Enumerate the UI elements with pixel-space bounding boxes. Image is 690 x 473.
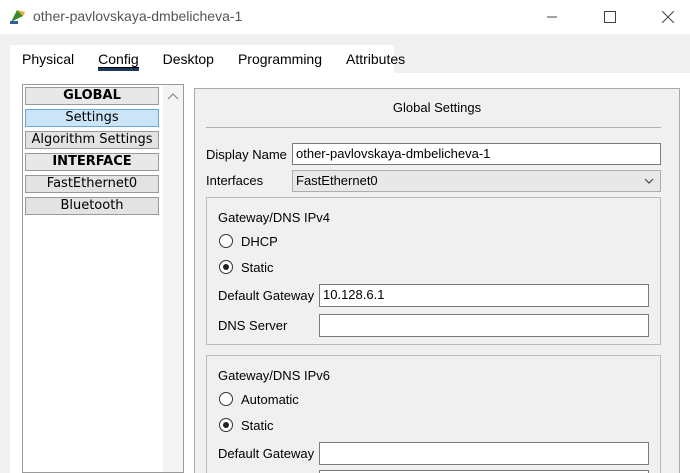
interfaces-label: Interfaces — [206, 173, 264, 188]
ipv4-default-gateway-input[interactable]: 10.128.6.1 — [319, 284, 649, 307]
tab-config-label: Config — [98, 51, 139, 68]
close-icon — [662, 11, 674, 23]
ipv4-static-radio[interactable] — [219, 260, 233, 274]
app-icon — [8, 6, 28, 26]
divider — [206, 127, 661, 128]
ipv6-group-title: Gateway/DNS IPv6 — [218, 368, 330, 383]
scroll-up-icon[interactable] — [167, 91, 179, 101]
tab-bar: Physical Config Desktop Programming Attr… — [10, 45, 405, 73]
ipv4-dhcp-radio[interactable] — [219, 234, 233, 248]
ipv6-static-label[interactable]: Static — [241, 418, 274, 433]
minimize-icon — [547, 16, 557, 18]
ipv6-automatic-radio[interactable] — [219, 392, 233, 406]
ipv6-default-gateway-input[interactable] — [319, 442, 649, 465]
sidebar-item-algorithm-settings[interactable]: Algorithm Settings — [25, 131, 159, 149]
ipv4-dns-server-input[interactable] — [319, 314, 649, 337]
panel-title: Global Settings — [392, 100, 482, 115]
title-bar: other-pavlovskaya-dmbelicheva-1 — [0, 0, 690, 34]
chevron-down-icon — [644, 178, 654, 184]
tab-attributes[interactable]: Attributes — [334, 45, 417, 73]
ipv6-automatic-label[interactable]: Automatic — [241, 392, 299, 407]
sidebar-item-settings[interactable]: Settings — [25, 109, 159, 127]
maximize-icon — [604, 11, 616, 23]
display-name-label: Display Name — [206, 147, 287, 162]
sidebar-list: GLOBAL Settings Algorithm Settings INTER… — [23, 85, 164, 472]
ipv6-static-radio[interactable] — [219, 418, 233, 432]
tab-programming[interactable]: Programming — [226, 45, 334, 73]
tab-config[interactable]: Config — [86, 45, 150, 73]
sidebar-item-fastethernet0[interactable]: FastEthernet0 — [25, 175, 159, 193]
minimize-button[interactable] — [534, 4, 570, 30]
ipv4-default-gateway-label: Default Gateway — [218, 288, 315, 303]
sidebar-header-global: GLOBAL — [25, 87, 159, 105]
ipv4-group-title: Gateway/DNS IPv4 — [218, 210, 330, 225]
tab-physical[interactable]: Physical — [10, 45, 86, 73]
sidebar-item-bluetooth[interactable]: Bluetooth — [25, 197, 159, 215]
ipv4-dhcp-label[interactable]: DHCP — [241, 234, 278, 249]
display-name-input[interactable]: other-pavlovskaya-dmbelicheva-1 — [292, 143, 661, 165]
close-button[interactable] — [650, 4, 686, 30]
ipv6-default-gateway-label: Default Gateway — [218, 446, 315, 461]
sidebar-header-interface: INTERFACE — [25, 153, 159, 171]
ipv4-static-label[interactable]: Static — [241, 260, 274, 275]
window-title: other-pavlovskaya-dmbelicheva-1 — [33, 8, 243, 24]
tab-desktop[interactable]: Desktop — [151, 45, 226, 73]
sidebar-scrollbar[interactable] — [163, 85, 183, 472]
interfaces-selected-value: FastEthernet0 — [296, 173, 378, 188]
config-sidebar: GLOBAL Settings Algorithm Settings INTER… — [22, 84, 184, 473]
ipv4-dns-server-label: DNS Server — [218, 318, 288, 333]
interfaces-select[interactable]: FastEthernet0 — [292, 170, 661, 192]
maximize-button[interactable] — [592, 4, 628, 30]
